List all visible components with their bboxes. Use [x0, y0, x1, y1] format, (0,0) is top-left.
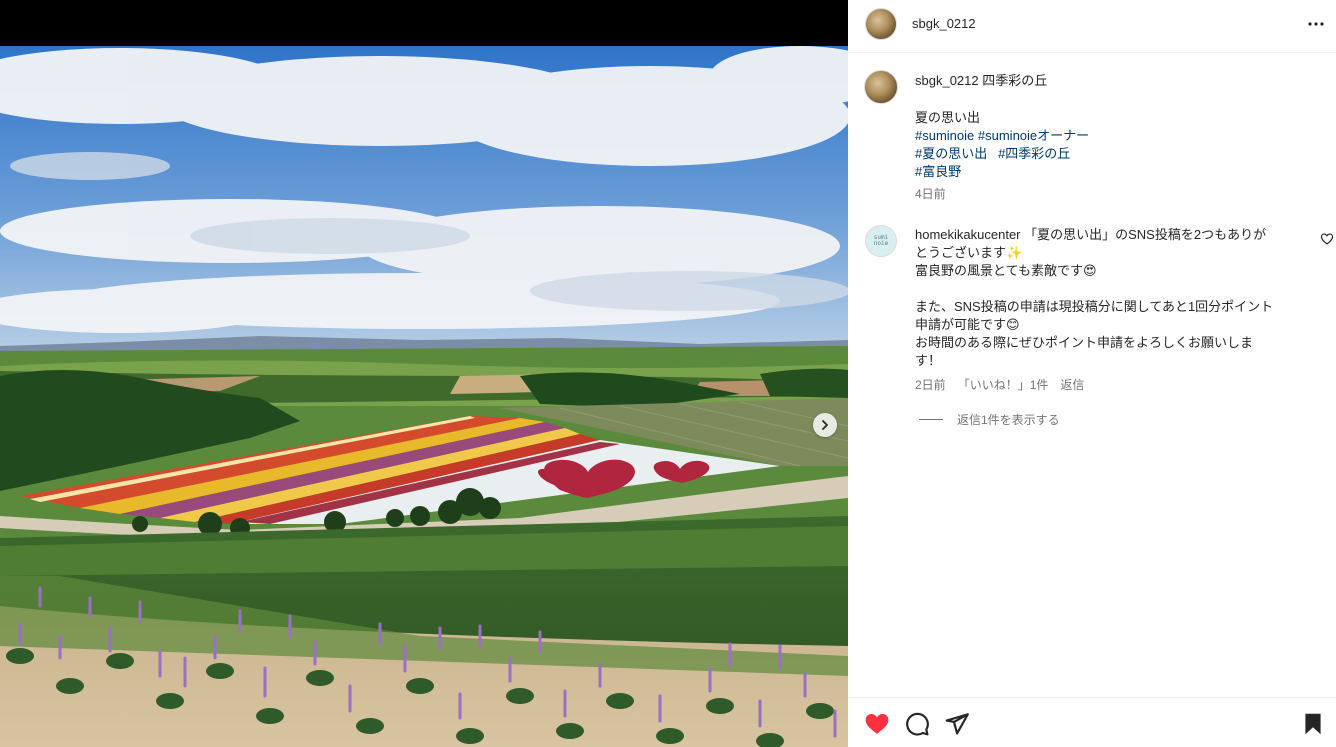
divider-line	[919, 419, 943, 420]
view-replies-button[interactable]: 返信1件を表示する	[919, 411, 1060, 428]
commenter-username[interactable]: homekikakucenter	[915, 227, 1021, 242]
comment: homekikakucenter 「夏の思い出」のSNS投稿を2つもありが とう…	[915, 226, 1307, 370]
heart-filled-icon[interactable]	[864, 711, 890, 737]
heart-outline-icon[interactable]	[1320, 232, 1334, 246]
more-horizontal-icon[interactable]	[1304, 12, 1328, 36]
avatar-logo-text: noie	[873, 240, 889, 247]
reply-button[interactable]: 返信	[1060, 376, 1084, 393]
commenter-avatar[interactable]: sumi noie	[865, 225, 897, 257]
author-username[interactable]: sbgk_0212	[912, 16, 976, 31]
caption-text: 夏の思い出	[915, 110, 981, 125]
chevron-right-icon	[822, 420, 828, 430]
caption-title: 四季彩の丘	[982, 73, 1048, 88]
comment-text: す！	[915, 353, 942, 368]
post-photo-flower-hill	[0, 46, 848, 747]
comment-timestamp[interactable]: 2日前	[915, 376, 946, 393]
view-replies-label: 返信1件を表示する	[957, 413, 1060, 427]
hashtag-link[interactable]: #夏の思い出	[915, 146, 987, 161]
post-timestamp[interactable]: 4日前	[915, 185, 946, 202]
comment-text: 富良野の風景とても素敵です😍	[915, 263, 1097, 278]
post-action-bar	[848, 697, 1336, 747]
post-caption: sbgk_0212 四季彩の丘 夏の思い出 #suminoie #suminoi…	[915, 72, 1305, 181]
comment-text: とうございます✨	[915, 245, 1023, 260]
hashtag-link[interactable]: #四季彩の丘	[998, 146, 1070, 161]
comment-meta: 2日前 「いいね！」1件 返信	[915, 376, 1084, 393]
hashtag-link[interactable]: #suminoieオーナー	[978, 128, 1089, 143]
paper-plane-icon[interactable]	[944, 711, 970, 737]
bookmark-filled-icon[interactable]	[1300, 711, 1326, 737]
speech-bubble-icon[interactable]	[904, 711, 930, 737]
caption-author-avatar[interactable]	[864, 70, 898, 104]
author-avatar[interactable]	[865, 8, 897, 40]
post-header: sbgk_0212	[848, 0, 1336, 53]
comment-likes[interactable]: 「いいね！」1件	[958, 376, 1049, 393]
next-photo-button[interactable]	[813, 413, 837, 437]
post-media	[0, 0, 848, 747]
comment-text: 申請が可能です😊	[915, 317, 1020, 332]
comment-text: 「夏の思い出」のSNS投稿を2つもありが	[1024, 227, 1267, 242]
comment-text: お時間のある際にぜひポイント申請をよろしくお願いしま	[915, 335, 1254, 350]
comment-text: また、SNS投稿の申請は現投稿分に関してあと1回分ポイント	[915, 299, 1274, 314]
post-side-panel: sbgk_0212 sbgk_0212 四季彩の丘 夏の思い出 #suminoi…	[848, 0, 1336, 747]
caption-username[interactable]: sbgk_0212	[915, 73, 979, 88]
hashtag-link[interactable]: #富良野	[915, 164, 961, 179]
hashtag-link[interactable]: #suminoie	[915, 128, 974, 143]
